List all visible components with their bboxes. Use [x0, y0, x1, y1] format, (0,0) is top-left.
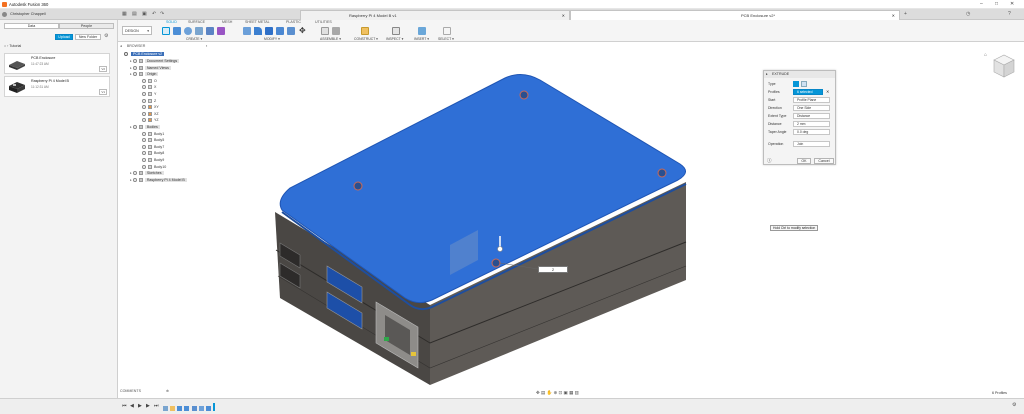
type-row: Type — [768, 81, 834, 88]
timeline-feature-icon[interactable] — [170, 406, 176, 411]
mounting-hole — [353, 181, 363, 191]
distance-manipulator-input[interactable]: 2 — [538, 266, 568, 273]
start-select[interactable]: Profile Plane — [793, 97, 830, 103]
display-settings-icon[interactable]: ▣ — [564, 390, 568, 395]
play-icon[interactable]: ▶ — [138, 403, 142, 409]
look-at-icon[interactable]: ▤ — [541, 390, 545, 395]
extrude-dialog: ▸ EXTRUDE Type Profiles 6 selected ✕ Sta… — [763, 70, 836, 165]
fit-icon[interactable]: ⊡ — [559, 390, 563, 395]
extent-type-row: Extent Type Distance — [768, 113, 834, 120]
info-icon[interactable]: ⓘ — [767, 158, 772, 164]
timeline: ⏮ ◀ ▶ ▶ ⏭ ⚙ — [0, 398, 1024, 414]
extent-type-select[interactable]: Distance — [793, 113, 830, 119]
distance-row: Distance 2 mm — [768, 121, 834, 128]
cancel-button[interactable]: Cancel — [814, 158, 834, 164]
mounting-hole — [519, 90, 529, 100]
mounting-hole — [491, 258, 501, 268]
home-view-icon[interactable]: ⌂ — [984, 52, 987, 58]
step-forward-icon[interactable]: ▶ — [146, 403, 150, 409]
extrude-dialog-header[interactable]: ▸ EXTRUDE — [764, 71, 835, 78]
distance-input[interactable]: 2 mm — [793, 121, 830, 127]
mounting-hole — [657, 168, 667, 178]
selection-tooltip: Hold Ctrl to modify selection — [770, 225, 819, 231]
profiles-selection[interactable]: 6 selected — [793, 89, 823, 95]
timeline-feature-icon[interactable] — [177, 406, 183, 411]
viewports-icon[interactable]: ▥ — [575, 390, 579, 395]
ok-button[interactable]: OK — [797, 158, 811, 164]
timeline-settings-icon[interactable]: ⚙ — [1012, 402, 1016, 408]
go-to-end-icon[interactable]: ⏭ — [154, 403, 159, 409]
viewcube[interactable] — [990, 52, 1018, 80]
navigation-bar: ✥ ▤ ✋ ⊕ ⊡ ▣ ▦ ▥ — [536, 390, 579, 397]
viewport-model — [275, 74, 687, 385]
direction-row: Direction One Side — [768, 105, 834, 112]
status-led-green — [384, 337, 389, 341]
timeline-feature-icon[interactable] — [184, 406, 190, 411]
taper-angle-row: Taper Angle 0.0 deg — [768, 129, 834, 136]
timeline-features — [163, 403, 215, 411]
clear-selection-icon[interactable]: ✕ — [826, 89, 829, 94]
direction-select[interactable]: One Side — [793, 105, 830, 111]
zoom-icon[interactable]: ⊕ — [553, 390, 557, 395]
timeline-marker[interactable] — [212, 403, 215, 411]
comments-add-icon[interactable]: ⊕ — [166, 389, 169, 393]
taper-angle-input[interactable]: 0.0 deg — [793, 129, 830, 135]
orbit-icon[interactable]: ✥ — [536, 390, 540, 395]
operation-row: Operation Join — [768, 141, 834, 148]
extrude-handle — [497, 246, 503, 252]
step-back-icon[interactable]: ◀ — [130, 403, 134, 409]
collapse-arrow-icon[interactable]: ▸ — [766, 71, 768, 78]
timeline-feature-icon[interactable] — [191, 406, 197, 411]
profiles-row: Profiles 6 selected ✕ — [768, 89, 830, 95]
solid-type-icon[interactable] — [793, 81, 799, 87]
start-row: Start Profile Plane — [768, 97, 834, 104]
operation-select[interactable]: Join — [793, 141, 830, 147]
status-led-yellow — [411, 352, 416, 356]
timeline-feature-icon[interactable] — [163, 406, 168, 411]
surface-type-icon[interactable] — [801, 81, 807, 87]
go-to-start-icon[interactable]: ⏮ — [122, 403, 127, 409]
timeline-feature-icon[interactable] — [205, 406, 211, 411]
status-profiles: 6 Profiles — [992, 391, 1007, 395]
grid-icon[interactable]: ▦ — [569, 390, 573, 395]
pan-icon[interactable]: ✋ — [547, 390, 553, 395]
timeline-feature-icon[interactable] — [198, 406, 204, 411]
